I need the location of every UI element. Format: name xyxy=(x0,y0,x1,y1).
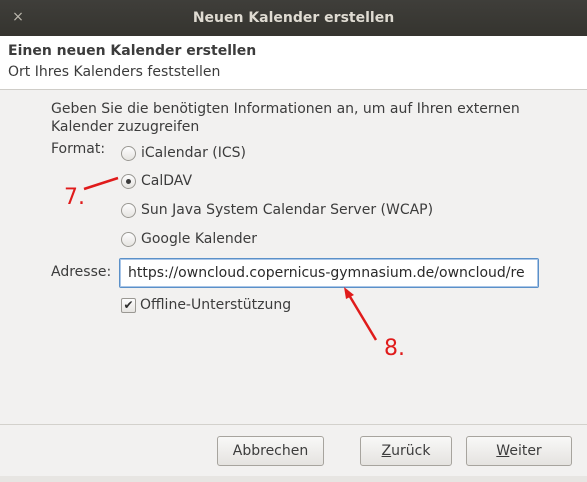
back-button[interactable]: Zurück xyxy=(360,436,452,466)
cancel-button[interactable]: Abbrechen xyxy=(217,436,324,466)
offline-support-checkbox[interactable]: ✔ Offline-Unterstützung xyxy=(121,295,291,315)
wizard-header-subtitle: Ort Ihres Kalenders feststellen xyxy=(8,64,221,80)
radio-google[interactable]: Google Kalender xyxy=(121,229,257,249)
wizard-header: Einen neuen Kalender erstellen Ort Ihres… xyxy=(0,36,587,90)
back-button-label: Zurück xyxy=(381,443,431,459)
next-button[interactable]: Weiter xyxy=(466,436,572,466)
annotation-step-8: 8. xyxy=(384,336,405,361)
address-label: Adresse: xyxy=(51,264,112,280)
checkmark-icon[interactable]: ✔ xyxy=(121,297,136,313)
radio-button-checked[interactable] xyxy=(121,173,136,189)
next-button-label: Weiter xyxy=(496,443,542,459)
format-label: Format: xyxy=(51,141,106,157)
radio-label: CalDAV xyxy=(141,173,193,189)
radio-wcap[interactable]: Sun Java System Calendar Server (WCAP) xyxy=(121,200,433,220)
arrow-8-head xyxy=(344,287,354,299)
radio-button[interactable] xyxy=(121,231,136,247)
titlebar: × Neuen Kalender erstellen xyxy=(0,0,587,36)
radio-icalendar[interactable]: iCalendar (ICS) xyxy=(121,143,246,163)
radio-caldav[interactable]: CalDAV xyxy=(121,171,192,191)
separator xyxy=(0,424,587,425)
annotation-step-7: 7. xyxy=(64,185,85,210)
radio-label: Sun Java System Calendar Server (WCAP) xyxy=(141,202,434,218)
arrow-8-line xyxy=(344,289,378,341)
wizard-header-title: Einen neuen Kalender erstellen xyxy=(8,43,257,59)
dialog-window: × Neuen Kalender erstellen Einen neuen K… xyxy=(0,0,587,482)
checkbox-label: Offline-Unterstützung xyxy=(140,297,292,313)
address-input[interactable] xyxy=(119,258,539,288)
radio-label: iCalendar (ICS) xyxy=(141,145,247,161)
radio-label: Google Kalender xyxy=(141,231,257,247)
bottom-strip xyxy=(0,476,587,482)
intro-text: Geben Sie die benötigten Informationen a… xyxy=(51,101,520,135)
radio-button[interactable] xyxy=(121,145,136,161)
arrow-7-line xyxy=(83,176,119,191)
window-title: Neuen Kalender erstellen xyxy=(192,10,395,26)
radio-button[interactable] xyxy=(121,202,136,218)
